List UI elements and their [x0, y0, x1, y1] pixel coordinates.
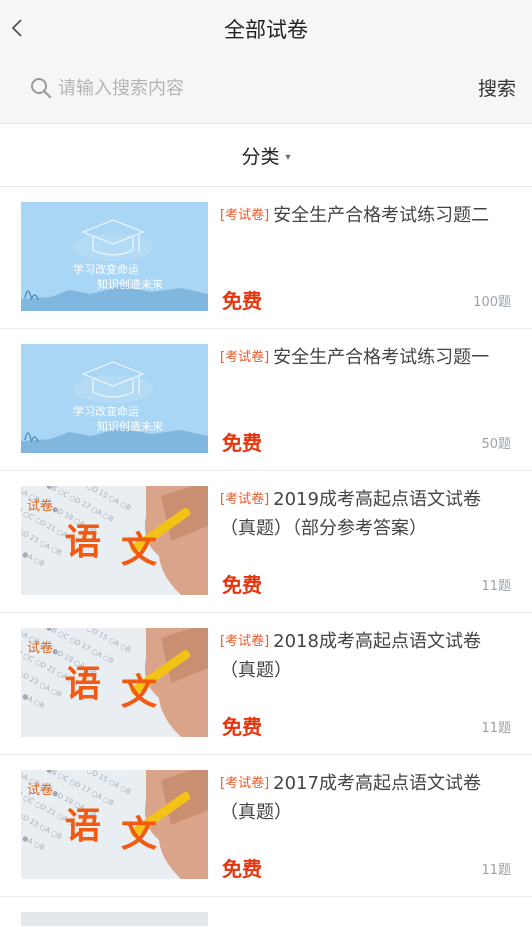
paper-thumbnail — [21, 912, 208, 926]
paper-title-line: （真题）（部分参考答案） — [220, 518, 427, 539]
paper-title-text: 2019成考高起点语文试卷 — [273, 489, 481, 510]
paper-title-line: （真题） — [220, 802, 292, 823]
caret-down-icon: ▾ — [285, 151, 291, 163]
paper-row[interactable]: 学习改变命运 知识创造未来 [考试卷] 安全生产合格考试练习题二免费 100题 — [0, 187, 532, 329]
thumbnail-text: 语 — [65, 806, 101, 847]
thumbnail-text: 文 — [121, 814, 157, 855]
thumbnail-text: 学习改变命运 — [73, 404, 139, 418]
paper-title: [考试卷] 2017成考高起点语文试卷 （真题） — [220, 769, 516, 827]
paper-type-tag: [考试卷] — [220, 776, 270, 791]
search-box[interactable] — [28, 66, 448, 110]
thumbnail-text: 知识创造未来 — [97, 419, 163, 433]
thumbnail-text: 试卷 — [27, 782, 53, 798]
paper-title: [考试卷] 2019成考高起点语文试卷 （真题）（部分参考答案） — [220, 485, 516, 543]
price-label: 免费 — [222, 857, 262, 881]
paper-title-line: [考试卷] 安全生产合格考试练习题二 — [220, 201, 516, 230]
page-title: 全部试卷 — [224, 18, 308, 42]
paper-thumbnail: 14 ○A ○B ○C ○D 15 ○A ○B 16 ○A ●B ○C ○D 1… — [21, 770, 208, 879]
price-label: 免费 — [222, 573, 262, 597]
paper-row-partial[interactable] — [0, 897, 532, 927]
price-label: 免费 — [222, 289, 262, 313]
paper-title: [考试卷] 安全生产合格考试练习题二 — [220, 201, 516, 230]
paper-title-text: 2017成考高起点语文试卷 — [273, 773, 481, 794]
thumbnail-text: 语 — [65, 522, 101, 563]
question-count: 100题 — [473, 295, 511, 310]
paper-title-text: 安全生产合格考试练习题二 — [273, 205, 490, 226]
search-input[interactable] — [58, 77, 438, 99]
price-label: 免费 — [222, 431, 262, 455]
question-count: 50题 — [481, 437, 511, 452]
paper-title-line: [考试卷] 2017成考高起点语文试卷 — [220, 769, 516, 798]
paper-title: [考试卷] 2018成考高起点语文试卷 （真题） — [220, 627, 516, 685]
paper-thumbnail: 学习改变命运 知识创造未来 — [21, 344, 208, 453]
paper-title-line: [考试卷] 2019成考高起点语文试卷 — [220, 485, 516, 514]
question-count: 11题 — [481, 863, 511, 878]
paper-list: 学习改变命运 知识创造未来 [考试卷] 安全生产合格考试练习题二 免费 100题 学习… — [0, 187, 532, 927]
thumbnail-text: 试卷 — [27, 640, 53, 656]
paper-title-line: [考试卷] 安全生产合格考试练习题一 — [220, 343, 516, 372]
paper-title-text: 2018成考高起点语文试卷 — [273, 631, 481, 652]
thumbnail-text: 语 — [65, 664, 101, 705]
search-button[interactable]: 搜索 — [478, 74, 516, 101]
paper-title-line: [考试卷] 2018成考高起点语文试卷 — [220, 627, 516, 656]
paper-row[interactable]: 14 ○A ○B ○C ○D 15 ○A ○B 16 ○A ●B ○C ○D 1… — [0, 471, 532, 613]
paper-row[interactable]: 14 ○A ○B ○C ○D 15 ○A ○B 16 ○A ●B ○C ○D 1… — [0, 613, 532, 755]
thumbnail-text: 学习改变命运 — [73, 262, 139, 276]
thumbnail-text: 文 — [121, 672, 157, 713]
paper-type-tag: [考试卷] — [220, 350, 270, 365]
paper-row[interactable]: 学习改变命运 知识创造未来 [考试卷] 安全生产合格考试练习题一免费 50题 — [0, 329, 532, 471]
category-label: 分类 — [241, 145, 280, 168]
thumbnail-text: 文 — [121, 530, 157, 571]
price-label: 免费 — [222, 715, 262, 739]
paper-title-text: 安全生产合格考试练习题一 — [273, 347, 490, 368]
paper-thumbnail: 学习改变命运 知识创造未来 — [21, 202, 208, 311]
search-icon — [28, 75, 54, 101]
paper-type-tag: [考试卷] — [220, 208, 270, 223]
category-filter[interactable]: 分类 ▾ — [0, 124, 532, 187]
paper-row[interactable]: 14 ○A ○B ○C ○D 15 ○A ○B 16 ○A ●B ○C ○D 1… — [0, 755, 532, 897]
top-bar: 全部试卷 搜索 — [0, 0, 532, 124]
paper-title: [考试卷] 安全生产合格考试练习题一 — [220, 343, 516, 372]
paper-type-tag: [考试卷] — [220, 492, 270, 507]
thumbnail-text: 知识创造未来 — [97, 277, 163, 291]
thumbnail-text: 试卷 — [27, 498, 53, 514]
paper-type-tag: [考试卷] — [220, 634, 270, 649]
question-count: 11题 — [481, 721, 511, 736]
paper-title-line: （真题） — [220, 660, 292, 681]
paper-thumbnail: 14 ○A ○B ○C ○D 15 ○A ○B 16 ○A ●B ○C ○D 1… — [21, 628, 208, 737]
paper-thumbnail: 14 ○A ○B ○C ○D 15 ○A ○B 16 ○A ●B ○C ○D 1… — [21, 486, 208, 595]
question-count: 11题 — [481, 579, 511, 594]
